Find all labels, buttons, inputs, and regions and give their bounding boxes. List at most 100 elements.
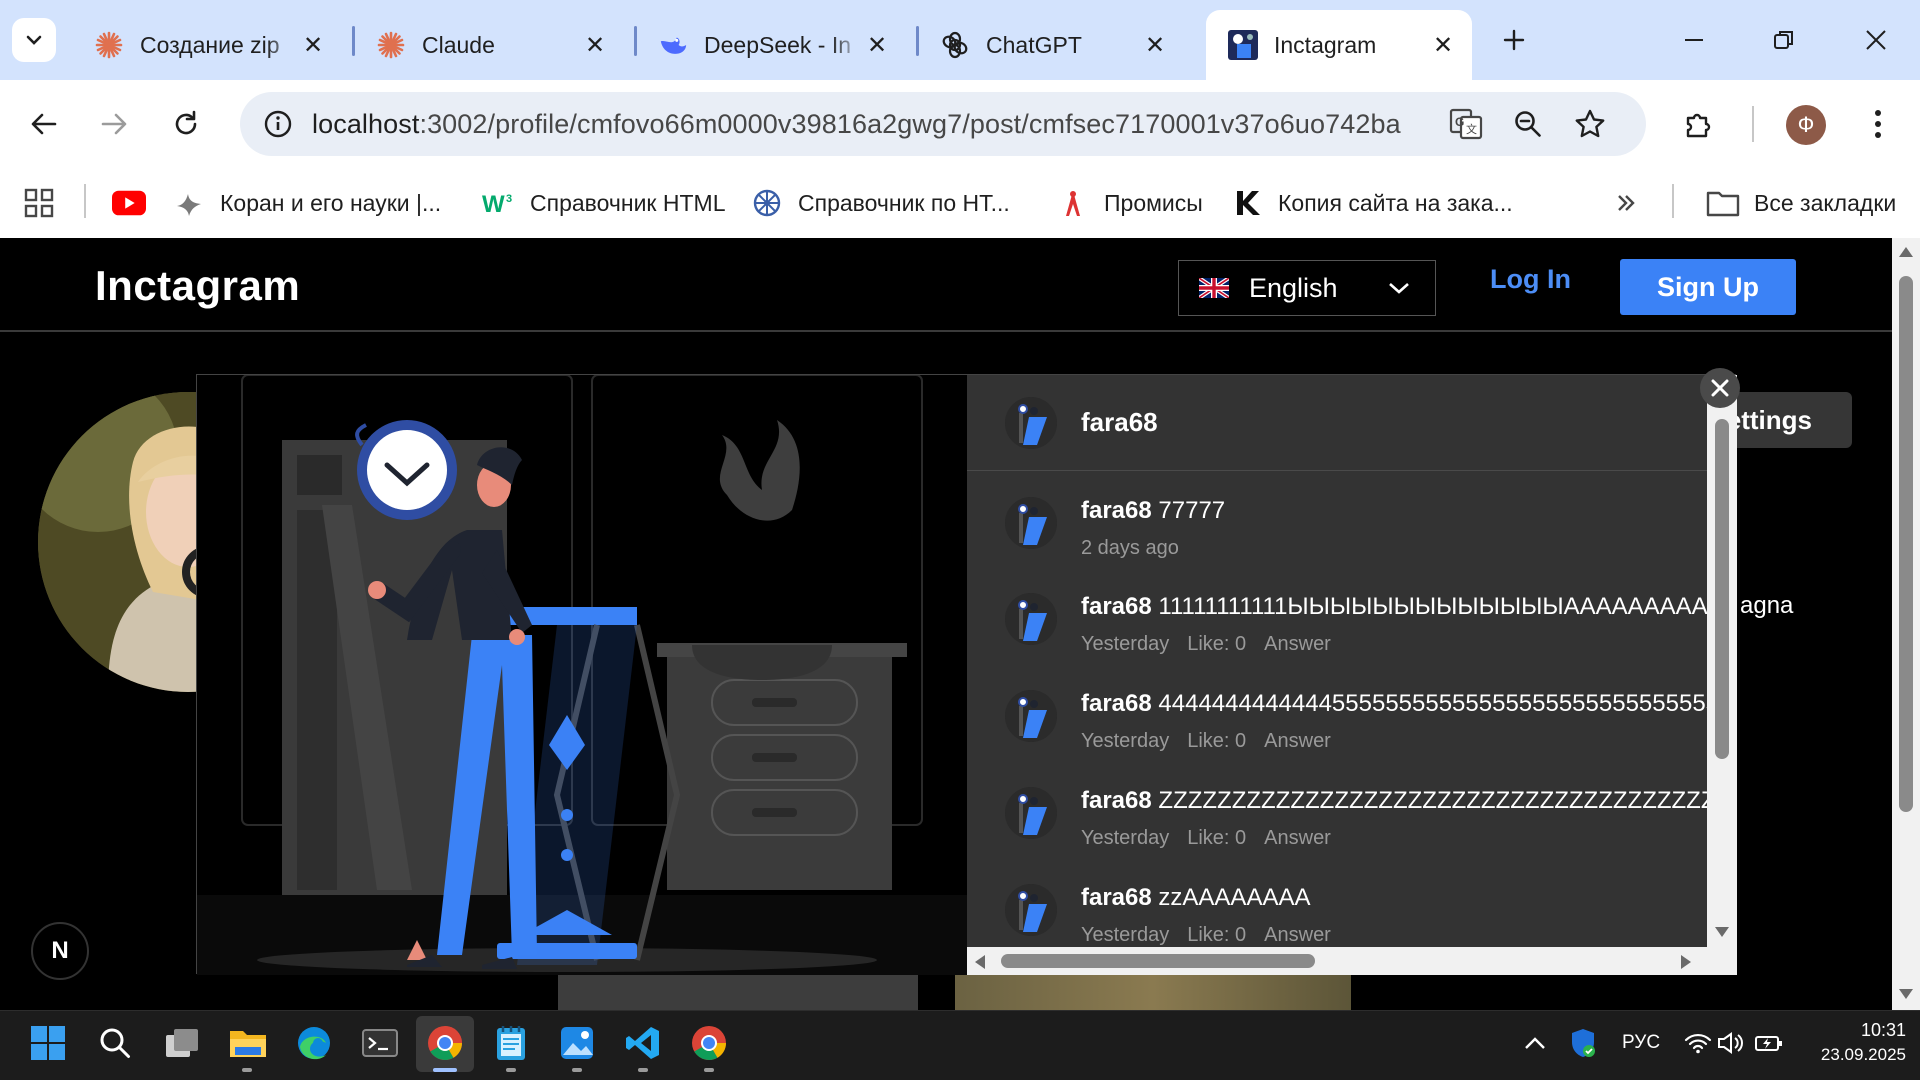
comments-horizontal-scrollbar[interactable] <box>967 947 1737 975</box>
reload-button[interactable] <box>160 98 212 150</box>
taskbar-file-explorer[interactable] <box>223 1018 273 1068</box>
address-bar[interactable]: localhost:3002/profile/cmfovo66m0000v398… <box>240 92 1646 156</box>
battery-charging-icon <box>1755 1036 1782 1051</box>
answer-button[interactable]: Answer <box>1264 924 1331 946</box>
comment-text: fara68 11111111111ЫЫЫЫЫЫЫЫЫЫЫЫЫAAAAAAAAA… <box>1081 593 1707 621</box>
extensions-button[interactable] <box>1676 98 1722 150</box>
page-vertical-scrollbar[interactable] <box>1892 238 1920 1010</box>
tab-4-active[interactable]: Inctagram ✕ <box>1206 10 1472 80</box>
tab-3[interactable]: ChatGPT ✕ <box>918 10 1184 80</box>
taskbar-edge[interactable] <box>289 1018 339 1068</box>
site-logo[interactable]: Inctagram <box>95 262 300 310</box>
all-bookmarks-button[interactable]: Все закладки <box>1706 180 1896 226</box>
avatar[interactable] <box>1005 497 1057 549</box>
post-author-name[interactable]: fara68 <box>1081 407 1158 438</box>
close-tab-icon[interactable]: ✕ <box>1428 30 1458 60</box>
start-button[interactable] <box>23 1018 73 1068</box>
bookmark-ht-ref[interactable]: Справочник по HT... <box>750 180 1010 226</box>
close-tab-icon[interactable]: ✕ <box>580 30 610 60</box>
tab-1[interactable]: Claude ✕ <box>354 10 624 80</box>
browser-tabstrip: Создание zip ✕ Claude ✕ DeepSeek - In ✕ … <box>0 0 1920 80</box>
post-thumbnail[interactable] <box>955 973 1351 1010</box>
bookmark-apps[interactable] <box>22 180 70 226</box>
comment-author[interactable]: fara68 <box>1081 690 1152 717</box>
bookmark-site-copy[interactable]: Копия сайта на зака... <box>1230 180 1513 226</box>
like-button[interactable]: Like: 0 <box>1187 633 1246 655</box>
bookmark-quran[interactable]: Коран и его науки |... <box>172 180 441 226</box>
zoom-icon[interactable] <box>1508 109 1548 139</box>
signup-button[interactable]: Sign Up <box>1620 259 1796 315</box>
like-button[interactable]: Like: 0 <box>1187 730 1246 752</box>
close-tab-icon[interactable]: ✕ <box>862 30 892 60</box>
tab-search-button[interactable] <box>12 18 56 62</box>
chevron-double-right-icon <box>1618 195 1635 211</box>
comment-author[interactable]: fara68 <box>1081 884 1152 911</box>
tray-clock[interactable]: 10:31 23.09.2025 <box>1796 1020 1906 1065</box>
post-thumbnail[interactable] <box>558 973 918 1010</box>
close-window-button[interactable] <box>1846 18 1906 62</box>
bookmark-youtube[interactable] <box>112 180 160 226</box>
profile-avatar[interactable]: Ф <box>1786 105 1826 145</box>
taskbar-search[interactable] <box>90 1018 140 1068</box>
scroll-down-arrow-icon[interactable] <box>1714 925 1730 939</box>
scrollbar-thumb[interactable] <box>1001 954 1315 968</box>
modal-close-button[interactable] <box>1700 368 1740 408</box>
comment-author[interactable]: fara68 <box>1081 593 1152 620</box>
site-info-icon[interactable] <box>248 109 308 139</box>
answer-button[interactable]: Answer <box>1264 633 1331 655</box>
answer-button[interactable]: Answer <box>1264 730 1331 752</box>
browser-menu-button[interactable] <box>1858 100 1898 148</box>
scroll-right-arrow-icon[interactable] <box>1679 954 1693 970</box>
taskbar-chrome[interactable] <box>684 1018 734 1068</box>
like-button[interactable]: Like: 0 <box>1187 924 1246 946</box>
avatar[interactable] <box>1005 787 1057 839</box>
back-button[interactable] <box>18 98 70 150</box>
tower-icon <box>1056 188 1090 218</box>
answer-button[interactable]: Answer <box>1264 827 1331 849</box>
scrollbar-thumb[interactable] <box>1715 419 1729 759</box>
minimize-window-button[interactable] <box>1664 18 1724 62</box>
new-tab-button[interactable] <box>1484 18 1544 62</box>
comment-author[interactable]: fara68 <box>1081 787 1152 814</box>
bookmark-html-ref[interactable]: W3 Справочник HTML <box>482 180 726 226</box>
close-tab-icon[interactable]: ✕ <box>1140 30 1170 60</box>
tray-defender[interactable] <box>1558 1018 1608 1068</box>
tray-battery[interactable] <box>1744 1018 1794 1068</box>
nextjs-dev-badge[interactable]: N <box>31 922 89 980</box>
language-select[interactable]: English <box>1178 260 1436 316</box>
input-language-indicator[interactable]: РУС <box>1622 1032 1660 1054</box>
comments-vertical-scrollbar[interactable] <box>1707 375 1737 947</box>
taskbar-terminal[interactable] <box>355 1018 405 1068</box>
tray-overflow-button[interactable] <box>1510 1018 1560 1068</box>
bookmark-label: Справочник по HT... <box>798 189 1010 216</box>
windows-start-icon <box>31 1026 65 1060</box>
avatar[interactable] <box>1005 690 1057 742</box>
scroll-up-arrow-icon[interactable] <box>1898 246 1914 258</box>
taskbar-notepad[interactable] <box>486 1018 536 1068</box>
taskbar-photos[interactable] <box>552 1018 602 1068</box>
tab-2[interactable]: DeepSeek - In ✕ <box>636 10 906 80</box>
comment-author[interactable]: fara68 <box>1081 497 1152 524</box>
forward-button[interactable] <box>88 98 140 150</box>
claude-asterisk-icon <box>94 30 124 60</box>
bookmark-star-icon[interactable] <box>1570 108 1610 140</box>
scroll-down-arrow-icon[interactable] <box>1898 988 1914 1000</box>
url-text[interactable]: localhost:3002/profile/cmfovo66m0000v398… <box>312 109 1432 140</box>
avatar[interactable] <box>1005 884 1057 936</box>
like-button[interactable]: Like: 0 <box>1187 827 1246 849</box>
comment-item: fara68 11111111111ЫЫЫЫЫЫЫЫЫЫЫЫЫAAAAAAAAA… <box>1005 593 1725 656</box>
taskbar-chrome-active[interactable] <box>420 1018 470 1068</box>
translate-icon[interactable]: G文 <box>1446 108 1486 140</box>
bookmark-promises[interactable]: Промисы <box>1056 180 1203 226</box>
restore-window-button[interactable] <box>1754 18 1814 62</box>
tab-0[interactable]: Создание zip ✕ <box>72 10 342 80</box>
avatar[interactable] <box>1005 593 1057 645</box>
login-link[interactable]: Log In <box>1490 264 1571 295</box>
close-tab-icon[interactable]: ✕ <box>298 30 328 60</box>
task-view[interactable] <box>157 1018 207 1068</box>
avatar[interactable] <box>1005 396 1057 449</box>
scrollbar-thumb[interactable] <box>1899 276 1913 812</box>
bookmarks-overflow-button[interactable] <box>1614 180 1638 226</box>
scroll-left-arrow-icon[interactable] <box>973 954 987 970</box>
taskbar-vscode[interactable] <box>618 1018 668 1068</box>
